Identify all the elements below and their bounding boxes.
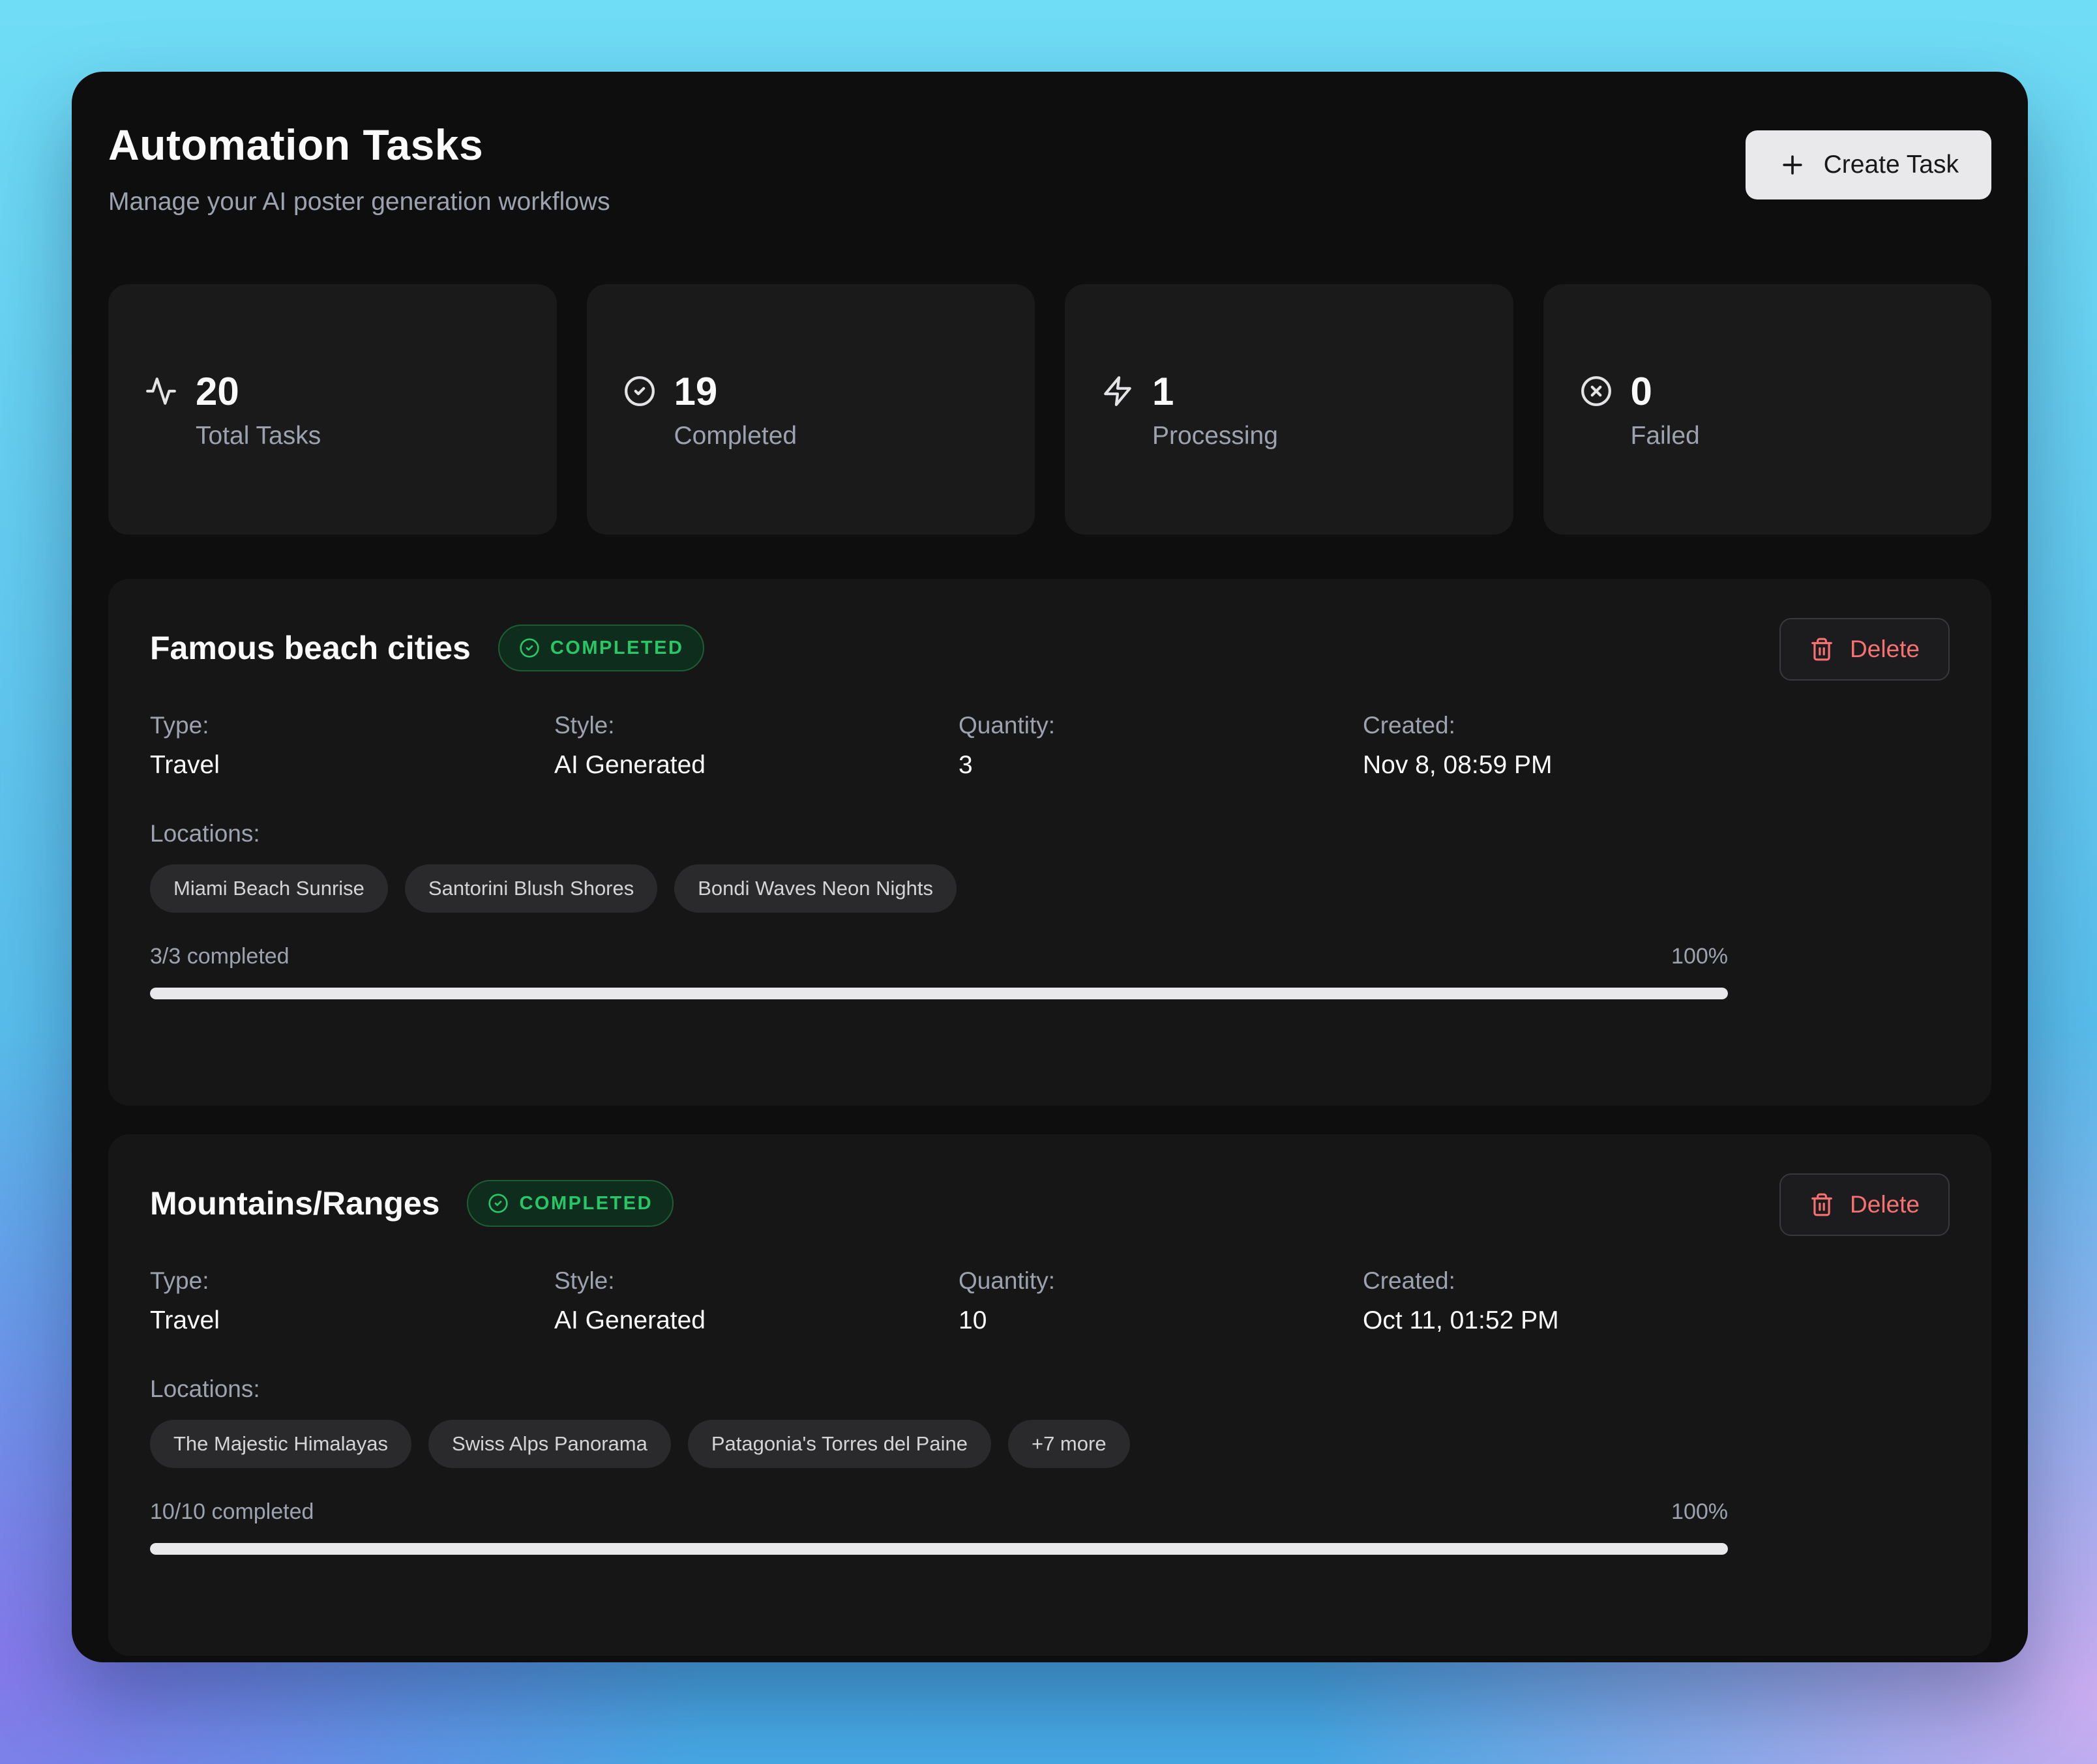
panel-header: Automation Tasks Manage your AI poster g… [108,113,1991,216]
page-subtitle: Manage your AI poster generation workflo… [108,188,610,216]
delete-label: Delete [1850,1191,1920,1218]
plus-icon [1778,151,1807,179]
status-badge: COMPLETED [498,625,705,671]
stat-card: 20 Total Tasks [108,284,557,535]
stat-card: 1 Processing [1065,284,1513,535]
status-text: COMPLETED [519,1193,653,1214]
progress-row: 10/10 completed 100% [150,1499,1728,1525]
stat-card: 19 Completed [587,284,1035,535]
create-task-label: Create Task [1824,151,1959,179]
stat-value: 19 [674,369,718,414]
stat-top: 1 [1101,369,1513,414]
progress-completed-text: 10/10 completed [150,1499,314,1525]
stat-card: 0 Failed [1543,284,1992,535]
task-field: Type: Travel [150,712,554,780]
task-title-row: Famous beach cities COMPLETED [150,625,1950,671]
stat-label: Failed [1631,422,1992,450]
task-field: Created: Nov 8, 08:59 PM [1363,712,1767,780]
task-card: Delete Famous beach cities COMPLETED Typ… [108,579,1991,1106]
field-label: Type: [150,1267,554,1295]
stat-label: Completed [674,422,1035,450]
field-value: 10 [959,1306,1363,1335]
location-chip: Santorini Blush Shores [405,864,657,913]
field-label: Created: [1363,712,1767,739]
task-field: Style: AI Generated [554,1267,959,1335]
stat-value: 20 [196,369,239,414]
check-circle-icon [488,1193,509,1214]
stat-value: 0 [1631,369,1652,414]
location-chip: +7 more [1008,1420,1130,1468]
location-chips: The Majestic Himalayas Swiss Alps Panora… [150,1420,1950,1468]
delete-task-button[interactable]: Delete [1779,618,1950,681]
trash-icon [1809,1192,1834,1217]
task-field: Style: AI Generated [554,712,959,780]
field-label: Created: [1363,1267,1767,1295]
stat-top: 0 [1580,369,1992,414]
stat-label: Total Tasks [196,422,557,450]
progress-fill [150,1543,1728,1555]
locations-label: Locations: [150,820,1950,847]
field-label: Style: [554,1267,959,1295]
x-circle-icon [1580,375,1613,407]
location-chip: Swiss Alps Panorama [428,1420,671,1468]
activity-icon [145,375,177,407]
stats-row: 20 Total Tasks 19 Completed 1 Processing [108,284,1991,535]
field-value: Travel [150,751,554,780]
task-title: Mountains/Ranges [150,1184,439,1222]
status-badge: COMPLETED [467,1180,674,1227]
delete-task-button[interactable]: Delete [1779,1173,1950,1236]
field-value: AI Generated [554,1306,959,1335]
stat-top: 19 [623,369,1035,414]
trash-icon [1809,637,1834,662]
automation-tasks-panel: Automation Tasks Manage your AI poster g… [72,72,2028,1662]
task-fields: Type: Travel Style: AI Generated Quantit… [150,1267,1950,1335]
task-title: Famous beach cities [150,629,471,667]
task-title-row: Mountains/Ranges COMPLETED [150,1180,1950,1227]
field-label: Style: [554,712,959,739]
task-field: Created: Oct 11, 01:52 PM [1363,1267,1767,1335]
field-value: Travel [150,1306,554,1335]
location-chip: Bondi Waves Neon Nights [674,864,957,913]
field-label: Quantity: [959,1267,1363,1295]
task-field: Quantity: 10 [959,1267,1363,1335]
task-field: Quantity: 3 [959,712,1363,780]
stat-top: 20 [145,369,557,414]
progress-percent-text: 100% [1671,944,1728,969]
locations-label: Locations: [150,1375,1950,1403]
field-value: AI Generated [554,751,959,780]
status-text: COMPLETED [550,638,684,659]
stat-value: 1 [1152,369,1174,414]
field-label: Type: [150,712,554,739]
delete-label: Delete [1850,636,1920,663]
create-task-button[interactable]: Create Task [1746,130,1991,199]
task-field: Type: Travel [150,1267,554,1335]
header-text: Automation Tasks Manage your AI poster g… [108,113,610,216]
progress-row: 3/3 completed 100% [150,944,1728,969]
location-chip: The Majestic Himalayas [150,1420,411,1468]
task-card: Delete Mountains/Ranges COMPLETED Type: … [108,1134,1991,1656]
progress-percent-text: 100% [1671,1499,1728,1525]
task-fields: Type: Travel Style: AI Generated Quantit… [150,712,1950,780]
check-circle-icon [519,638,540,658]
check-circle-icon [623,375,656,407]
field-value: 3 [959,751,1363,780]
field-label: Quantity: [959,712,1363,739]
location-chip: Miami Beach Sunrise [150,864,388,913]
zap-icon [1101,375,1134,407]
progress-completed-text: 3/3 completed [150,944,290,969]
page-title: Automation Tasks [108,120,610,169]
field-value: Oct 11, 01:52 PM [1363,1306,1767,1335]
location-chip: Patagonia's Torres del Paine [688,1420,991,1468]
field-value: Nov 8, 08:59 PM [1363,751,1767,780]
progress-bar [150,988,1728,999]
location-chips: Miami Beach Sunrise Santorini Blush Shor… [150,864,1950,913]
stat-label: Processing [1152,422,1513,450]
progress-fill [150,988,1728,999]
progress-bar [150,1543,1728,1555]
